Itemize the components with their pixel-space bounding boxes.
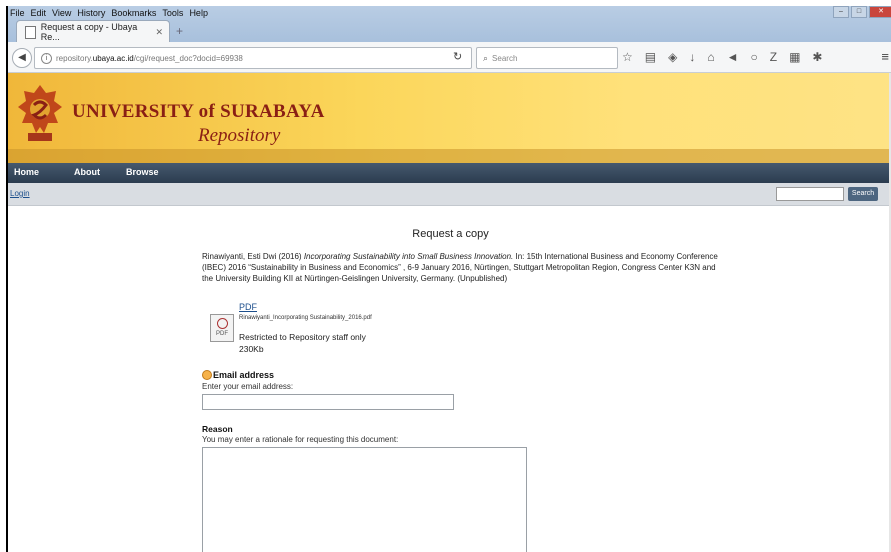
email-field[interactable] bbox=[202, 394, 454, 410]
navigation-toolbar: ◀ i repository. ubaya.ac.id/cgi/request_d… bbox=[8, 42, 891, 73]
pocket-icon[interactable]: ◈ bbox=[668, 50, 677, 64]
title-bar: File Edit View History Bookmarks Tools H… bbox=[8, 6, 891, 43]
reload-icon[interactable]: ↻ bbox=[453, 50, 462, 63]
email-help-text: Enter your email address: bbox=[202, 382, 294, 391]
zotero-icon[interactable]: Z bbox=[770, 50, 777, 64]
site-subtitle: Repository bbox=[198, 125, 281, 146]
search-placeholder: Search bbox=[492, 53, 518, 63]
site-banner: UNIVERSITY of SURABAYA Repository bbox=[8, 73, 891, 163]
browser-tab[interactable]: Request a copy - Ubaya Re... ✕ bbox=[16, 20, 170, 43]
reason-help-text: You may enter a rationale for requesting… bbox=[202, 435, 399, 444]
menu-tools[interactable]: Tools bbox=[162, 8, 183, 20]
menu-file[interactable]: File bbox=[10, 8, 25, 20]
address-bar[interactable]: i repository. ubaya.ac.id/cgi/request_doc… bbox=[34, 47, 472, 69]
citation: Rinawiyanti, Esti Dwi (2016) Incorporati… bbox=[202, 251, 722, 284]
banner-shade bbox=[8, 149, 891, 163]
pdf-icon-label: PDF bbox=[216, 331, 228, 337]
url-path: /cgi/request_doc?docid=69938 bbox=[133, 53, 243, 63]
document-filename: Rinawiyanti_Incorporating Sustainability… bbox=[239, 315, 372, 321]
citation-title: Incorporating Sustainability into Small … bbox=[303, 252, 514, 261]
bookmark-star-icon[interactable]: ☆ bbox=[622, 50, 633, 64]
url-host: ubaya.ac.id bbox=[92, 53, 134, 63]
nav-browse[interactable]: Browse bbox=[126, 167, 159, 177]
reading-list-icon[interactable]: ▤ bbox=[645, 50, 656, 64]
tab-close-icon[interactable]: ✕ bbox=[155, 27, 163, 38]
reason-textarea[interactable] bbox=[202, 447, 527, 552]
addon-icon[interactable]: ✱ bbox=[812, 50, 822, 64]
menu-bar: File Edit View History Bookmarks Tools H… bbox=[10, 8, 208, 20]
extension-icon[interactable]: ▦ bbox=[789, 50, 800, 64]
reason-label: Reason bbox=[202, 424, 233, 434]
close-window-icon[interactable]: ✕ bbox=[869, 6, 891, 18]
restriction-note: Restricted to Repository staff only bbox=[239, 332, 366, 342]
site-nav: Home About Browse bbox=[8, 163, 891, 183]
nav-home[interactable]: Home bbox=[14, 167, 39, 177]
menu-edit[interactable]: Edit bbox=[31, 8, 47, 20]
menu-help[interactable]: Help bbox=[189, 8, 208, 20]
browser-window: File Edit View History Bookmarks Tools H… bbox=[6, 6, 891, 552]
maximize-icon[interactable]: □ bbox=[851, 6, 867, 18]
window-controls: – □ ✕ bbox=[831, 6, 891, 18]
new-tab-button[interactable]: + bbox=[176, 24, 183, 38]
menu-view[interactable]: View bbox=[52, 8, 71, 20]
hello-icon[interactable]: ○ bbox=[750, 50, 757, 64]
toolbar-icons: ☆ ▤ ◈ ↓ ⌂ ◄ ○ Z ▦ ✱ bbox=[622, 50, 822, 64]
url-prefix: repository. bbox=[56, 53, 93, 63]
minimize-icon[interactable]: – bbox=[833, 6, 849, 18]
page-icon bbox=[25, 25, 36, 39]
tab-title: Request a copy - Ubaya Re... bbox=[40, 22, 138, 42]
pdf-document-icon[interactable]: PDF bbox=[210, 314, 234, 342]
site-title: UNIVERSITY of SURABAYA bbox=[72, 101, 325, 122]
nav-about[interactable]: About bbox=[74, 167, 100, 177]
search-icon: ⌕ bbox=[483, 52, 489, 63]
web-page: UNIVERSITY of SURABAYA Repository Home A… bbox=[8, 73, 891, 552]
email-label: Email address bbox=[213, 370, 275, 380]
citation-authors: Rinawiyanti, Esti Dwi (2016) bbox=[202, 252, 304, 261]
file-size: 230Kb bbox=[239, 344, 264, 354]
download-icon[interactable]: ↓ bbox=[689, 50, 695, 64]
home-icon[interactable]: ⌂ bbox=[707, 50, 714, 64]
page-title: Request a copy bbox=[412, 228, 489, 240]
pdf-link[interactable]: PDF bbox=[239, 302, 257, 312]
send-icon[interactable]: ◄ bbox=[727, 50, 739, 64]
browser-search-field[interactable]: ⌕ Search bbox=[476, 47, 618, 69]
login-link[interactable]: Login bbox=[10, 189, 30, 198]
menu-history[interactable]: History bbox=[77, 8, 105, 20]
university-crest-icon bbox=[18, 85, 62, 141]
menu-bookmarks[interactable]: Bookmarks bbox=[111, 8, 156, 20]
required-field-icon bbox=[202, 370, 212, 380]
back-arrow-icon[interactable]: ◀ bbox=[12, 48, 32, 68]
hamburger-menu-icon[interactable]: ≡ bbox=[881, 49, 889, 64]
site-search-button[interactable]: Search bbox=[848, 187, 878, 201]
login-bar: Login Search bbox=[8, 183, 891, 206]
site-search-input[interactable] bbox=[776, 187, 844, 201]
info-icon[interactable]: i bbox=[41, 52, 52, 64]
